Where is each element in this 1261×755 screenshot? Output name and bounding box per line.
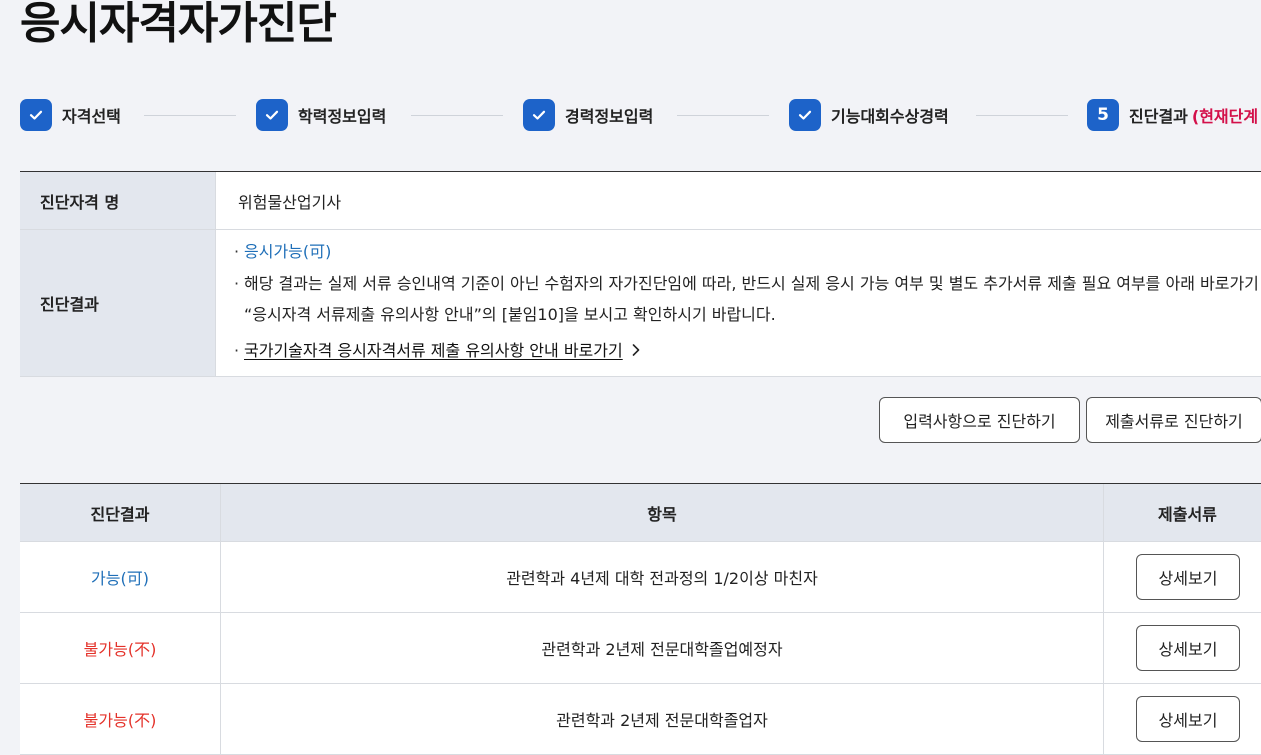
table-row: 불가능(不) 관련학과 2년제 전문대학졸업예정자 상세보기 (20, 613, 1261, 684)
step-education-input: 학력정보입력 (256, 99, 386, 131)
result-row: 진단결과 · 응시가능(可) · 해당 결과는 실제 서류 승인내역 기준이 아… (20, 230, 1261, 377)
guide-link[interactable]: 국가기술자격 응시자격서류 제출 유의사항 안내 바로가기 (244, 341, 623, 360)
step-skills-competition: 기능대회수상경력 (789, 99, 949, 131)
row-documents: 상세보기 (1104, 613, 1261, 683)
qualification-label: 진단자격 명 (20, 172, 216, 229)
bullet-icon: · (234, 242, 240, 261)
guide-link-wrap: 국가기술자격 응시자격서류 제출 유의사항 안내 바로가기 (244, 339, 1261, 363)
header-documents: 제출서류 (1158, 504, 1217, 524)
view-details-button[interactable]: 상세보기 (1136, 696, 1240, 742)
row-result: 가능(可) (20, 542, 221, 612)
view-details-button[interactable]: 상세보기 (1136, 625, 1240, 671)
row-documents: 상세보기 (1104, 684, 1261, 754)
list-item: · 응시가능(可) (234, 240, 1261, 263)
table-row: 가능(可) 관련학과 4년제 대학 전과정의 1/2이상 마친자 상세보기 (20, 542, 1261, 613)
step-label: 진단결과 (1129, 107, 1188, 126)
step-divider (144, 115, 236, 116)
list-item: · 국가기술자격 응시자격서류 제출 유의사항 안내 바로가기 (234, 339, 1261, 363)
check-icon (20, 99, 52, 131)
step-divider (411, 115, 503, 116)
row-item: 관련학과 2년제 전문대학졸업자 (221, 684, 1104, 754)
step-label: 기능대회수상경력 (831, 107, 949, 126)
step-label: 경력정보입력 (565, 107, 654, 126)
table-header: 진단결과 항목 제출서류 (20, 484, 1261, 542)
step-divider (976, 115, 1068, 116)
result-notice: 해당 결과는 실제 서류 승인내역 기준이 아닌 수험자의 자가진단임에 따라,… (244, 274, 1259, 324)
check-icon (789, 99, 821, 131)
header-item: 항목 (221, 484, 1104, 541)
step-diagnosis-result: 5 진단결과 (현재단계 (1087, 99, 1258, 131)
list-item: · 해당 결과는 실제 서류 승인내역 기준이 아닌 수험자의 자가진단임에 따… (234, 272, 1261, 330)
row-result: 불가능(不) (20, 684, 221, 754)
result-details: · 응시가능(可) · 해당 결과는 실제 서류 승인내역 기준이 아닌 수험자… (216, 230, 1261, 376)
chevron-right-icon (631, 340, 641, 363)
result-status: 응시가능(可) (244, 242, 332, 261)
bullet-icon: · (234, 341, 240, 360)
step-number: 5 (1087, 99, 1119, 131)
current-step-tag: (현재단계 (1191, 107, 1259, 126)
diagnosis-summary-table: 진단자격 명 위험물산업기사 진단결과 · 응시가능(可) · 해당 결과는 실… (20, 171, 1261, 377)
row-documents: 상세보기 (1104, 542, 1261, 612)
check-icon (256, 99, 288, 131)
view-details-button[interactable]: 상세보기 (1136, 554, 1240, 600)
step-career-input: 경력정보입력 (523, 99, 653, 131)
progress-steps: 자격선택 학력정보입력 경력정보입력 기능대회수상경력 5 진단결과 (현재단계 (20, 99, 1261, 131)
check-icon (523, 99, 555, 131)
step-label: 자격선택 (62, 107, 121, 126)
qualification-value: 위험물산업기사 (238, 192, 342, 212)
diagnosis-list-table: 진단결과 항목 제출서류 가능(可) 관련학과 4년제 대학 전과정의 1/2이… (20, 483, 1261, 755)
qualification-row: 진단자격 명 위험물산업기사 (20, 172, 1261, 230)
row-item: 관련학과 4년제 대학 전과정의 1/2이상 마친자 (221, 542, 1104, 612)
bullet-icon: · (234, 274, 240, 293)
header-result: 진단결과 (20, 484, 221, 541)
row-result: 불가능(不) (20, 613, 221, 683)
diagnose-by-documents-button[interactable]: 제출서류로 진단하기 (1086, 397, 1261, 443)
step-divider (677, 115, 769, 116)
diagnose-by-input-button[interactable]: 입력사항으로 진단하기 (879, 397, 1080, 443)
table-row: 불가능(不) 관련학과 2년제 전문대학졸업자 상세보기 (20, 684, 1261, 755)
step-qualification-select: 자격선택 (20, 99, 121, 131)
step-label: 학력정보입력 (298, 107, 387, 126)
result-label: 진단결과 (20, 230, 216, 376)
page-title: 응시자격자가진단 (20, 0, 337, 49)
row-item: 관련학과 2년제 전문대학졸업예정자 (221, 613, 1104, 683)
